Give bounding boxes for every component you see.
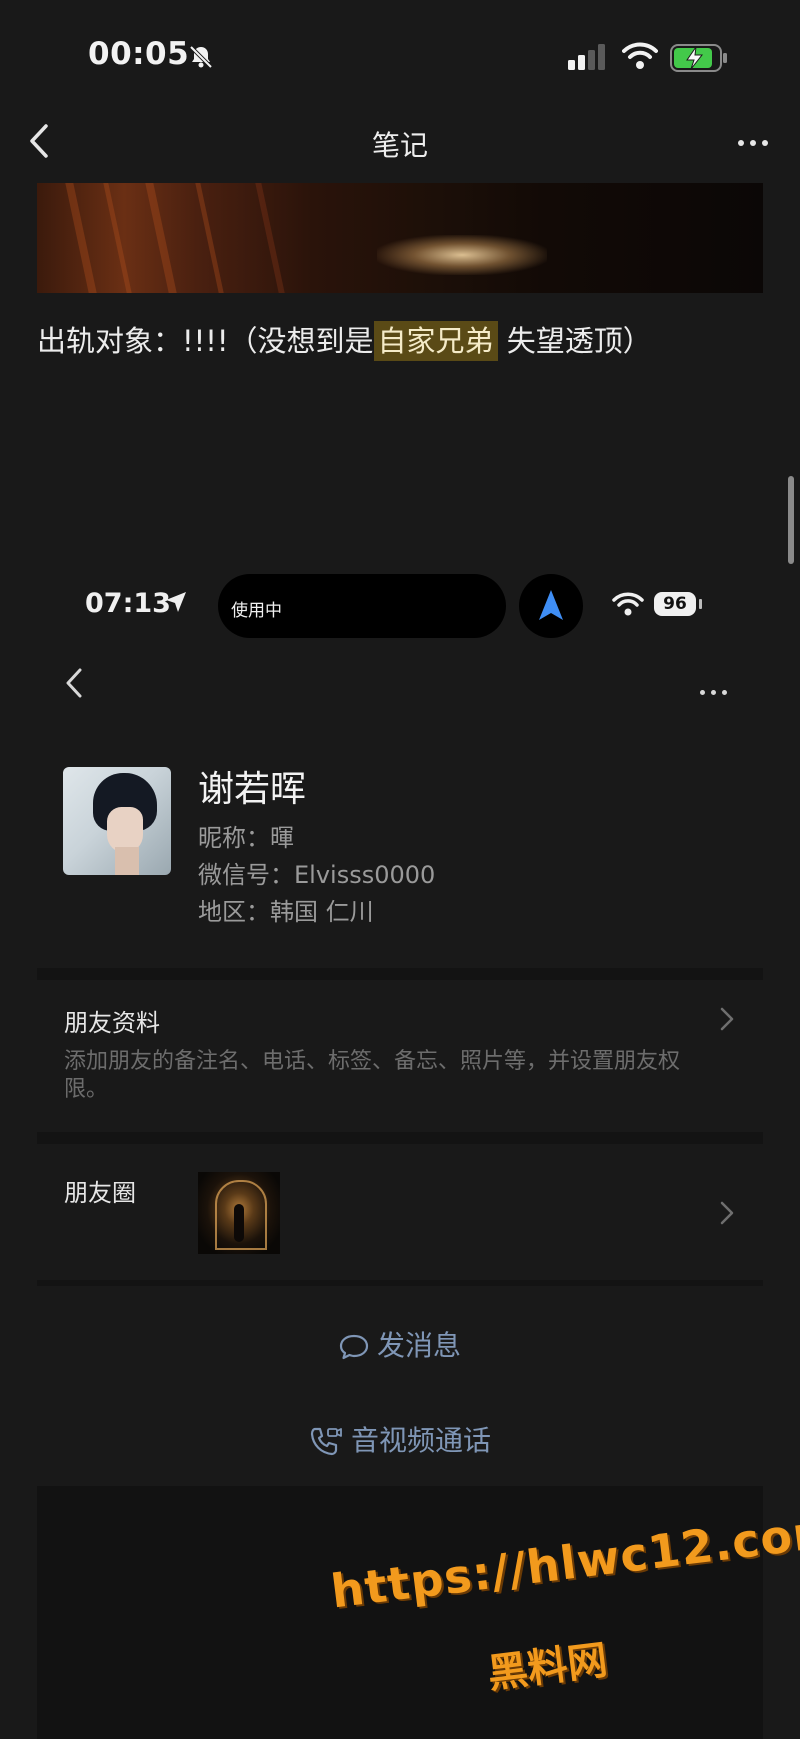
- profile-wechat-id: 微信号：Elvisss0000: [198, 861, 436, 889]
- chevron-right-icon[interactable]: [718, 1200, 736, 1226]
- avatar[interactable]: [63, 767, 171, 875]
- scrollbar-thumb[interactable]: [788, 476, 794, 564]
- section-divider: [37, 1132, 763, 1144]
- friend-info-description: 添加朋友的备注名、电话、标签、备忘、照片等，并设置朋友权限。: [64, 1049, 681, 1102]
- more-icon[interactable]: [738, 131, 774, 150]
- bell-muted-icon: [189, 45, 213, 69]
- note-image[interactable]: [37, 183, 763, 293]
- inner-back-icon[interactable]: [64, 666, 84, 700]
- wifi-icon: [622, 42, 658, 69]
- battery-charging-icon: [670, 44, 727, 72]
- status-time: 00:05: [88, 36, 190, 72]
- island-label: 使用中: [231, 601, 282, 621]
- av-call-button[interactable]: 音视频通话: [0, 1419, 800, 1459]
- chevron-right-icon[interactable]: [718, 1006, 736, 1032]
- moments-thumbnail[interactable]: [198, 1172, 280, 1254]
- location-arrow-icon: [166, 592, 186, 612]
- note-text-suffix: 失望透顶）: [497, 324, 652, 358]
- moments-label[interactable]: 朋友圈: [64, 1173, 136, 1208]
- chat-bubble-icon: [339, 1334, 369, 1360]
- navigation-arrow-icon: [539, 590, 563, 620]
- inner-wifi-icon: [612, 592, 644, 616]
- note-text: 出轨对象：!!!!（没想到是 自家兄弟 失望透顶）: [37, 318, 652, 361]
- section-divider: [37, 968, 763, 980]
- friend-info-title[interactable]: 朋友资料: [64, 1003, 160, 1038]
- navigation-indicator: [519, 574, 583, 638]
- cellular-signal-icon: [568, 44, 605, 70]
- inner-battery-cap: [699, 599, 702, 609]
- profile-name: 谢若晖: [198, 769, 307, 810]
- note-text-prefix: 出轨对象：!!!!（没想到是: [37, 324, 374, 358]
- page-title: 笔记: [371, 129, 428, 162]
- send-message-label: 发消息: [376, 1329, 461, 1362]
- inner-battery-level: 96: [654, 592, 696, 616]
- send-message-button[interactable]: 发消息: [0, 1324, 800, 1364]
- phone-video-icon: [310, 1427, 342, 1456]
- av-call-label: 音视频通话: [350, 1424, 491, 1457]
- profile-nickname: 昵称：暉: [198, 824, 294, 852]
- profile-region: 地区：韩国 仁川: [198, 898, 374, 926]
- section-divider: [37, 1280, 763, 1286]
- note-highlight: 自家兄弟: [373, 321, 498, 361]
- inner-more-icon[interactable]: [700, 680, 733, 699]
- inner-status-time: 07:13: [85, 588, 171, 619]
